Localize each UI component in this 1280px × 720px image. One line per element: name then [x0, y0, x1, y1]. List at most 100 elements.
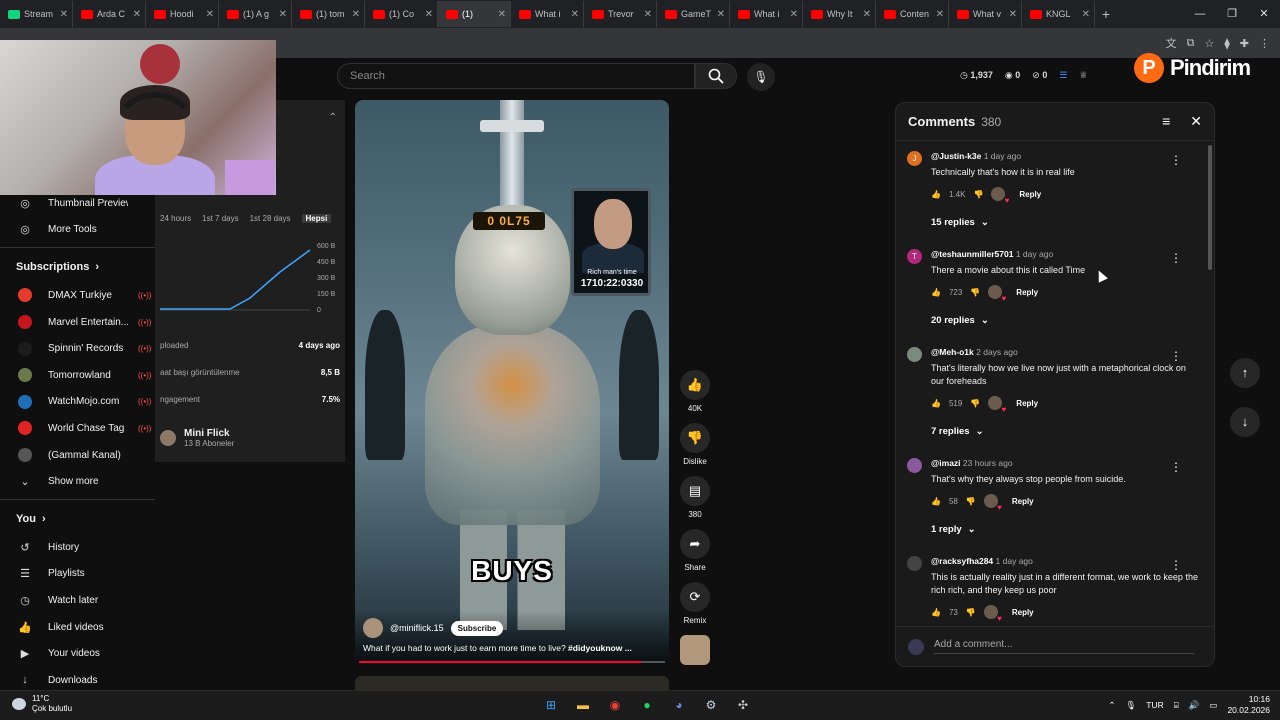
comments-button[interactable]: ▤ 380 — [678, 476, 712, 519]
chrome-icon[interactable]: ◉ — [604, 694, 626, 716]
extension-icon[interactable]: ⧫ — [1224, 37, 1229, 50]
subscription-item[interactable]: Spinnin' Records ((•)) — [0, 335, 155, 362]
comment-menu-icon[interactable]: ⋮ — [1170, 558, 1182, 572]
close-tab-icon[interactable]: ✕ — [1009, 9, 1017, 20]
close-tab-icon[interactable]: ✕ — [936, 9, 944, 20]
comment-dislike-button[interactable]: 👎 — [966, 497, 976, 506]
subscription-item[interactable]: (Gammal Kanal) — [0, 442, 155, 469]
browser-tab[interactable]: (1) tom ✕ — [292, 1, 365, 27]
remix-button[interactable]: ⟳ Remix — [678, 582, 712, 625]
commenter-avatar[interactable]: J — [907, 151, 922, 166]
view-replies-button[interactable]: 15 replies ⌄ — [931, 207, 1194, 237]
video-channel-handle[interactable]: @miniflick.15 — [390, 623, 444, 633]
close-tab-icon[interactable]: ✕ — [279, 9, 287, 20]
commenter-avatar[interactable] — [907, 347, 922, 362]
cast-icon[interactable]: ⧉ — [1187, 37, 1195, 50]
video-progress-bar[interactable] — [359, 661, 665, 663]
subscription-item[interactable]: Tomorrowland ((•)) — [0, 362, 155, 389]
minimize-icon[interactable]: — — [1184, 0, 1216, 28]
sidebar-item[interactable]: ☰ Playlists — [0, 561, 155, 588]
bookmark-star-icon[interactable]: ☆ — [1204, 37, 1214, 50]
next-video-button[interactable]: ↓ — [1230, 407, 1260, 437]
reply-button[interactable]: Reply — [1016, 288, 1038, 297]
close-tab-icon[interactable]: ✕ — [352, 9, 360, 20]
sidebar-item[interactable]: ▶ Your videos — [0, 640, 155, 667]
microphone-tray-icon[interactable]: 🎙 — [1125, 700, 1136, 711]
comment-like-button[interactable]: 👍 — [931, 190, 941, 199]
restore-icon[interactable]: ❐ — [1216, 0, 1248, 28]
comment-menu-icon[interactable]: ⋮ — [1170, 153, 1182, 167]
subscribe-button[interactable]: Subscribe — [450, 620, 504, 636]
comment-menu-icon[interactable]: ⋮ — [1170, 349, 1182, 363]
comment-like-button[interactable]: 👍 — [931, 399, 941, 408]
browser-tab[interactable]: (1) Co ✕ — [365, 1, 438, 27]
close-tab-icon[interactable]: ✕ — [498, 9, 506, 20]
view-replies-button[interactable]: 20 replies ⌄ — [931, 305, 1194, 335]
close-tab-icon[interactable]: ✕ — [60, 9, 68, 20]
video-channel-avatar[interactable] — [363, 618, 383, 638]
network-icon[interactable]: ⌸ — [1174, 700, 1179, 711]
collapse-caret-icon[interactable]: ⌃ — [329, 112, 337, 123]
subscriptions-heading[interactable]: Subscriptions › — [0, 252, 155, 282]
browser-tab[interactable]: What i ✕ — [511, 1, 584, 27]
settings-app-icon[interactable]: ✣ — [732, 694, 754, 716]
comment-dislike-button[interactable]: 👎 — [973, 190, 983, 199]
close-icon[interactable]: ✕ — [1190, 113, 1202, 130]
comment-handle[interactable]: @imazi — [931, 458, 961, 468]
browser-tab[interactable]: Arda C ✕ — [73, 1, 146, 27]
commenter-avatar[interactable] — [907, 458, 922, 473]
close-window-icon[interactable]: ✕ — [1248, 0, 1280, 28]
add-comment-input[interactable]: Add a comment... — [934, 639, 1194, 654]
sidebar-item[interactable]: ◎ More Tools — [0, 217, 155, 244]
subscription-item[interactable]: World Chase Tag ((•)) — [0, 415, 155, 442]
range-tab[interactable]: 24 hours — [160, 214, 191, 223]
system-clock[interactable]: 10:16 20.02.2026 — [1227, 694, 1270, 716]
filter-icon[interactable]: ☰ — [1059, 70, 1067, 81]
subscription-item[interactable]: Marvel Entertain... ((•)) — [0, 309, 155, 336]
comment-menu-icon[interactable]: ⋮ — [1170, 460, 1182, 474]
dislike-button[interactable]: 👎 Dislike — [678, 423, 712, 466]
language-indicator[interactable]: TUR — [1146, 700, 1163, 710]
browser-tab[interactable]: Trevor ✕ — [584, 1, 657, 27]
comment-handle[interactable]: @Meh-o1k — [931, 347, 974, 357]
browser-tab[interactable]: Hoodi ✕ — [146, 1, 219, 27]
menu-dots-icon[interactable]: ⋮ — [1259, 37, 1270, 50]
reply-button[interactable]: Reply — [1016, 399, 1038, 408]
comment-menu-icon[interactable]: ⋮ — [1170, 251, 1182, 265]
battery-icon[interactable]: ▭ — [1209, 700, 1217, 711]
browser-tab[interactable]: Stream ✕ — [0, 1, 73, 27]
browser-tab[interactable]: Why It ✕ — [803, 1, 876, 27]
commenter-avatar[interactable]: T — [907, 249, 922, 264]
browser-tab[interactable]: (1) ✕ — [438, 1, 511, 27]
subscription-item[interactable]: DMAX Turkiye ((•)) — [0, 282, 155, 309]
subscription-item[interactable]: WatchMojo.com ((•)) — [0, 389, 155, 416]
video-title[interactable]: What if you had to work just to earn mor… — [363, 643, 661, 653]
close-tab-icon[interactable]: ✕ — [717, 9, 725, 20]
close-tab-icon[interactable]: ✕ — [644, 9, 652, 20]
comments-scrollbar[interactable] — [1208, 145, 1212, 270]
voice-search-button[interactable]: 🎙 — [747, 63, 775, 91]
comment-dislike-button[interactable]: 👎 — [966, 608, 976, 617]
sidebar-item[interactable]: ◷ Watch later — [0, 587, 155, 614]
comment-handle[interactable]: @racksyfha284 — [931, 556, 993, 566]
search-input[interactable]: Search — [337, 63, 695, 89]
range-tab[interactable]: 1st 7 days — [202, 214, 238, 223]
reply-button[interactable]: Reply — [1019, 190, 1041, 199]
shorts-video-player[interactable]: Rich man's time 1710:22:0330 0 0L75 BUYS… — [355, 100, 669, 666]
trophy-icon[interactable]: ♕ — [1079, 70, 1087, 81]
browser-tab[interactable]: Conten ✕ — [876, 1, 949, 27]
translate-icon[interactable]: 文 — [1166, 35, 1177, 51]
reply-button[interactable]: Reply — [1012, 497, 1034, 506]
close-tab-icon[interactable]: ✕ — [1082, 9, 1090, 20]
range-tab[interactable]: Hepsi — [301, 214, 332, 223]
comment-like-button[interactable]: 👍 — [931, 288, 941, 297]
close-tab-icon[interactable]: ✕ — [425, 9, 433, 20]
windows-start-icon[interactable]: ⊞ — [540, 694, 562, 716]
puzzle-icon[interactable]: ✚ — [1240, 37, 1249, 50]
close-tab-icon[interactable]: ✕ — [133, 9, 141, 20]
steam-icon[interactable]: ⚙ — [700, 694, 722, 716]
view-replies-button[interactable]: 1 reply ⌄ — [931, 514, 1194, 544]
file-explorer-icon[interactable]: ▬ — [572, 694, 594, 716]
close-tab-icon[interactable]: ✕ — [206, 9, 214, 20]
comment-dislike-button[interactable]: 👎 — [970, 399, 980, 408]
